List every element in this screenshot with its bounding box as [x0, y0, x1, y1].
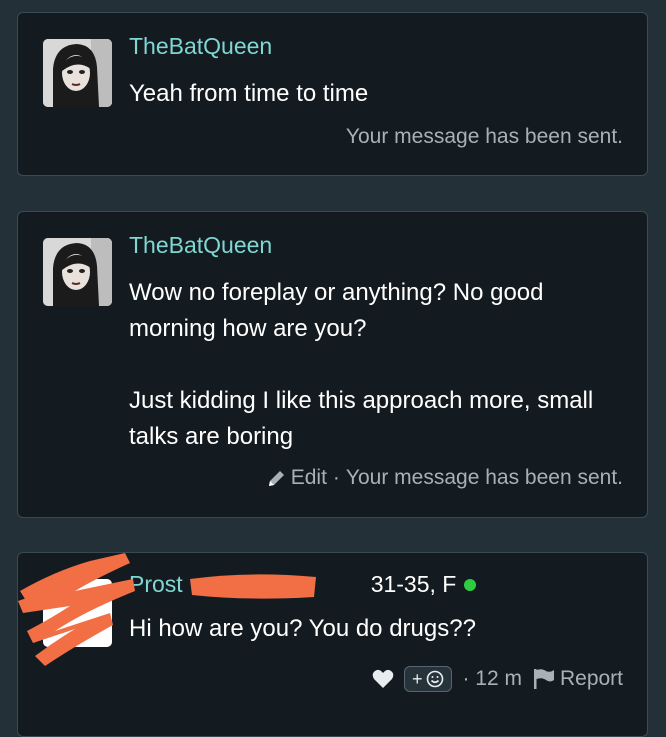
- sent-status: Your message has been sent.: [345, 125, 623, 148]
- flag-icon: [533, 669, 554, 689]
- separator: ·: [332, 466, 340, 489]
- avatar[interactable]: [43, 238, 112, 306]
- redaction-scribble: [18, 553, 135, 666]
- username[interactable]: TheBatQueen: [129, 33, 272, 60]
- message-text: Yeah from time to time: [129, 80, 369, 107]
- message-card: TheBatQueen Wow no foreplay or anything?…: [17, 211, 648, 518]
- age-sex: 31-35, F: [370, 571, 457, 597]
- report-button[interactable]: Report: [532, 667, 623, 691]
- plus-label: +: [411, 668, 423, 689]
- pencil-icon: [268, 471, 284, 486]
- report-label: Report: [559, 667, 623, 690]
- sent-status: Your message has been sent.: [345, 466, 623, 489]
- message-footer: + · 12 m Report: [372, 666, 623, 692]
- message-text: Hi how are you? You do drugs??: [129, 615, 476, 642]
- smiley-icon: [427, 670, 444, 688]
- avatar[interactable]: [43, 39, 112, 107]
- add-reaction-button[interactable]: +: [403, 666, 453, 692]
- avatar-image: [43, 39, 112, 107]
- message-card: TheBatQueen Yeah from time to time Your …: [17, 12, 648, 176]
- timestamp: · 12 m: [462, 667, 522, 690]
- edit-label: Edit: [290, 466, 327, 489]
- message-text: Wow no foreplay or anything? No good mor…: [129, 279, 594, 450]
- online-indicator: [464, 578, 477, 591]
- edit-button[interactable]: Edit: [267, 466, 327, 490]
- message-footer: Your message has been sent.: [346, 125, 623, 149]
- username[interactable]: TheBatQueen: [129, 232, 272, 259]
- message-card: Prost 31-35, F Hi how are you? You do dr…: [17, 552, 648, 737]
- message-footer: Edit · Your message has been sent.: [267, 466, 623, 490]
- heart-icon[interactable]: [372, 669, 394, 689]
- avatar-image: [43, 238, 112, 306]
- redaction-bar: [190, 574, 316, 599]
